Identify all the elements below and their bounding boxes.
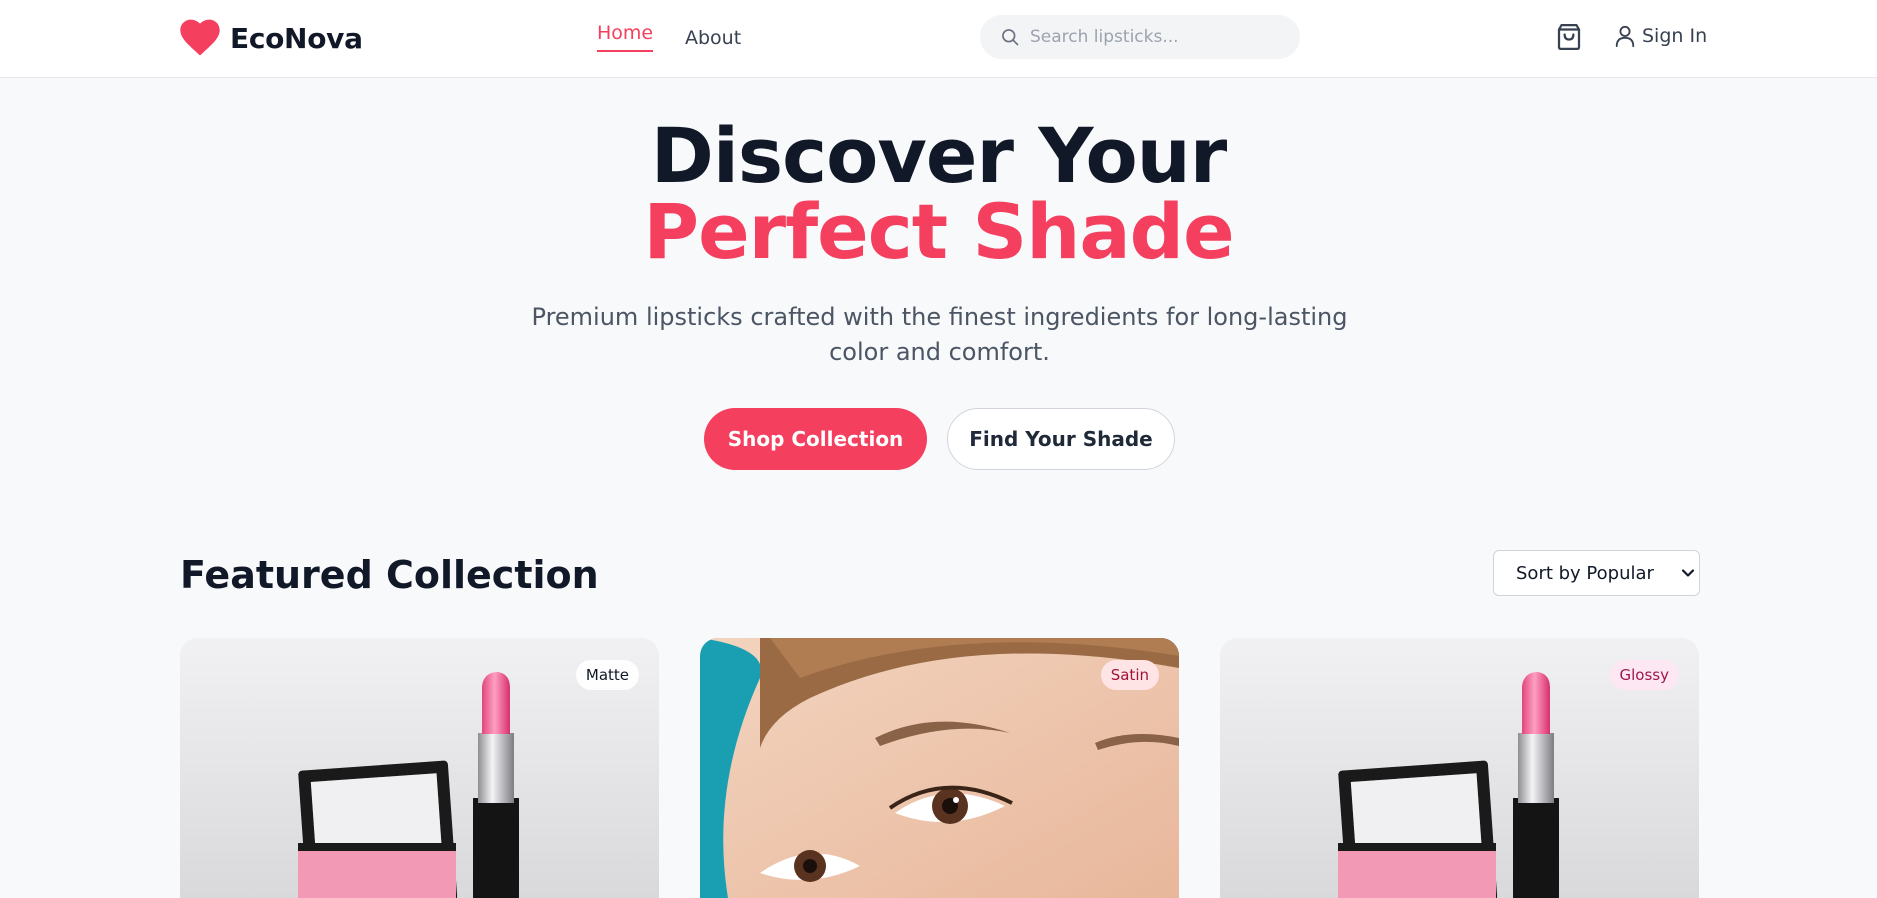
hero-title: Discover Your Perfect Shade	[0, 118, 1877, 270]
heart-logo-icon	[180, 19, 220, 56]
product-card[interactable]: Satin	[700, 638, 1179, 898]
user-icon	[1615, 25, 1635, 47]
search-bar[interactable]	[980, 15, 1300, 59]
site-header: EcoNova Home About Sign In	[0, 0, 1877, 78]
product-badge: Glossy	[1609, 660, 1679, 690]
sign-in-button[interactable]: Sign In	[1614, 24, 1707, 48]
shop-collection-button[interactable]: Shop Collection	[704, 408, 927, 470]
hero-title-line2: Perfect Shade	[643, 187, 1234, 276]
sort-select[interactable]: Sort by Popular	[1493, 550, 1700, 596]
featured-collection-title: Featured Collection	[180, 553, 599, 597]
find-your-shade-button[interactable]: Find Your Shade	[947, 408, 1175, 470]
nav-about-link[interactable]: About	[685, 27, 741, 49]
shopping-bag-icon[interactable]	[1554, 22, 1584, 52]
nav-home-link[interactable]: Home	[597, 22, 654, 52]
product-badge: Satin	[1100, 660, 1159, 690]
sign-in-label: Sign In	[1642, 25, 1708, 47]
brand-name: EcoNova	[230, 21, 363, 55]
search-input[interactable]	[1030, 27, 1280, 47]
product-badge: Matte	[575, 660, 639, 690]
brand-logo[interactable]: EcoNova	[180, 18, 363, 58]
product-card[interactable]: Glossy	[1220, 638, 1699, 898]
hero-subtitle: Premium lipsticks crafted with the fines…	[531, 303, 1348, 366]
product-card[interactable]: Matte	[180, 638, 659, 898]
hero-title-line1: Discover Your	[650, 111, 1228, 200]
search-icon	[1002, 29, 1019, 46]
